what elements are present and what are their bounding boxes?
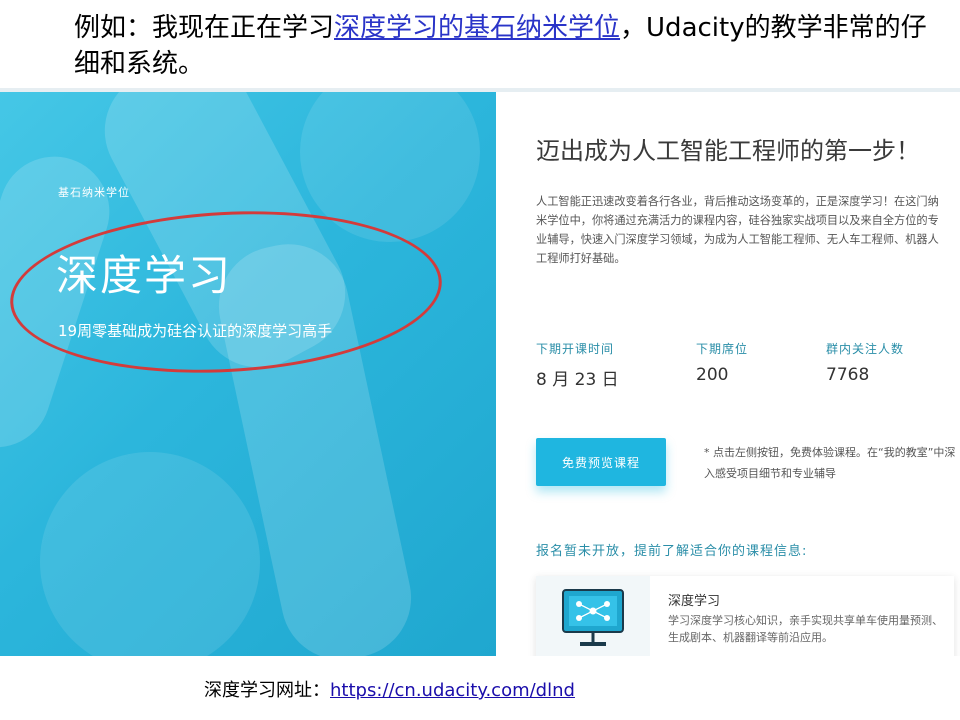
stat-next-start: 下期开课时间 8 月 23 日 — [536, 340, 619, 390]
card-title: 深度学习 — [668, 594, 721, 609]
course-link[interactable]: 深度学习的基石纳米学位 — [334, 13, 620, 43]
registration-notice: 报名暂未开放，提前了解适合你的课程信息: — [536, 544, 808, 559]
stat-seats: 下期席位 200 — [696, 340, 748, 385]
preview-note: * 点击左侧按钮，免费体验课程。在“我的教室”中深入感受项目细节和专业辅导 — [704, 446, 956, 480]
card-icon-box — [536, 576, 650, 656]
hero-banner: 基石纳米学位 深度学习 19周零基础成为硅谷认证的深度学习高手 — [0, 92, 496, 656]
stat-label: 群内关注人数 — [826, 342, 905, 356]
stat-value: 8 月 23 日 — [536, 370, 619, 390]
card-description: 学习深度学习核心知识，亲手实现共享单车使用量预测、生成剧本、机器翻译等前沿应用。 — [668, 614, 943, 644]
stat-label: 下期开课时间 — [536, 342, 615, 356]
monitor-network-icon — [562, 589, 624, 646]
course-info-panel: 迈出成为人工智能工程师的第一步！ 人工智能正迅速改变着各行各业，背后推动这场变革… — [536, 132, 946, 268]
footer-url-link[interactable]: https://cn.udacity.com/dlnd — [330, 680, 575, 701]
stat-value: 200 — [696, 365, 729, 385]
panel-title: 迈出成为人工智能工程师的第一步！ — [536, 137, 920, 165]
hero-subtitle: 基石纳米学位 — [58, 186, 130, 199]
robot-joint-shape — [40, 452, 260, 656]
stat-value: 7768 — [826, 365, 870, 385]
slide-title: 例如：我现在正在学习深度学习的基石纳米学位，Udacity的教学非常的仔细和系统… — [74, 10, 934, 82]
footer-url-line: 深度学习网址：https://cn.udacity.com/dlnd — [204, 676, 575, 702]
course-card[interactable]: 深度学习 学习深度学习核心知识，亲手实现共享单车使用量预测、生成剧本、机器翻译等… — [536, 576, 954, 656]
stat-label: 下期席位 — [696, 342, 749, 356]
stat-followers: 群内关注人数 7768 — [826, 340, 904, 385]
panel-description: 人工智能正迅速改变着各行各业，背后推动这场变革的，正是深度学习！在这门纳米学位中… — [536, 195, 939, 265]
free-preview-button[interactable]: 免费预览课程 — [536, 438, 666, 486]
slide-title-prefix: 例如：我现在正在学习 — [74, 13, 335, 43]
footer-label: 深度学习网址： — [204, 680, 330, 701]
webpage-screenshot: 基石纳米学位 深度学习 19周零基础成为硅谷认证的深度学习高手 迈出成为人工智能… — [0, 88, 960, 656]
